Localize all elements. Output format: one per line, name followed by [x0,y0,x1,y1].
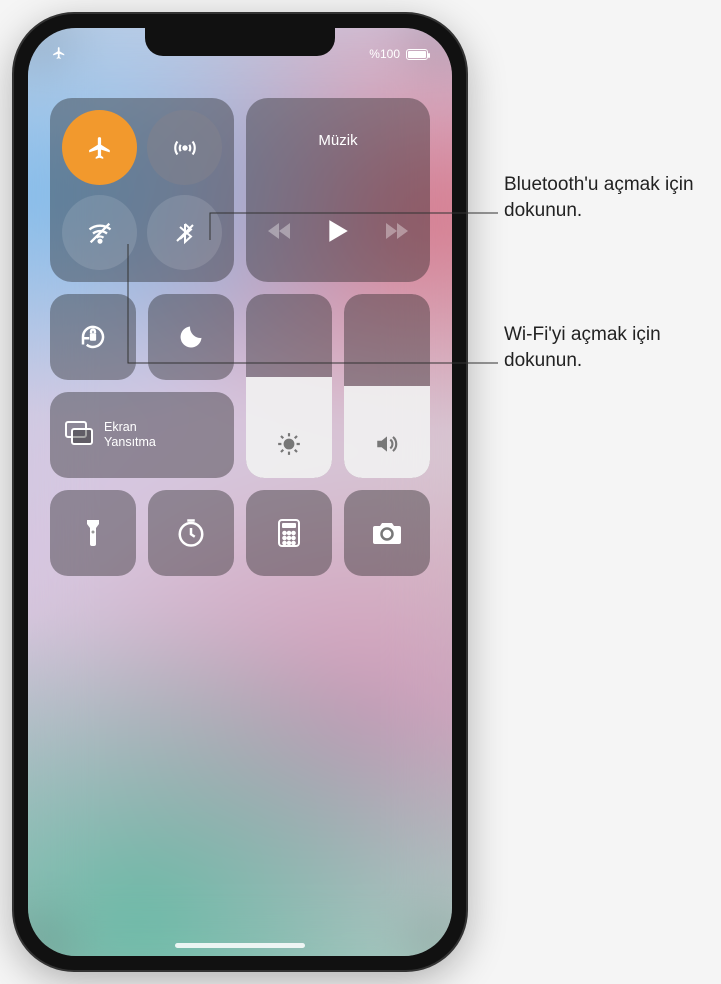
connectivity-tile[interactable] [50,98,234,282]
camera-button[interactable] [344,490,430,576]
screen-mirror-line1: Ekran [104,420,156,435]
screen-mirror-line2: Yansıtma [104,435,156,450]
screen: %100 [28,28,452,956]
phone-frame: %100 [14,14,466,970]
volume-slider[interactable] [344,294,430,478]
calculator-button[interactable] [246,490,332,576]
brightness-slider[interactable] [246,294,332,478]
timer-button[interactable] [148,490,234,576]
music-title: Müzik [318,132,357,149]
forward-button[interactable] [384,221,408,241]
music-tile[interactable]: Müzik [246,98,430,282]
battery-icon [406,49,428,60]
wifi-button[interactable] [62,195,137,270]
rotation-lock-button[interactable] [50,294,136,380]
play-button[interactable] [326,218,350,244]
screen-mirroring-button[interactable]: Ekran Yansıtma [50,392,234,478]
callout-wifi: Wi-Fi'yi açmak için dokunun. [504,322,704,373]
notch [145,28,335,56]
screen-mirroring-icon [64,420,94,451]
airplane-mode-button[interactable] [62,110,137,185]
brightness-icon [276,431,302,462]
battery-text: %100 [369,47,400,61]
callout-bluetooth: Bluetooth'u açmak için dokunun. [504,172,704,223]
flashlight-button[interactable] [50,490,136,576]
do-not-disturb-button[interactable] [148,294,234,380]
home-indicator[interactable] [175,943,305,948]
volume-icon [373,431,401,462]
bluetooth-button[interactable] [147,195,222,270]
airplane-status-icon [52,46,66,63]
cellular-data-button[interactable] [147,110,222,185]
brightness-fill [246,377,332,478]
rewind-button[interactable] [268,221,292,241]
control-center: Müzik [28,88,452,586]
